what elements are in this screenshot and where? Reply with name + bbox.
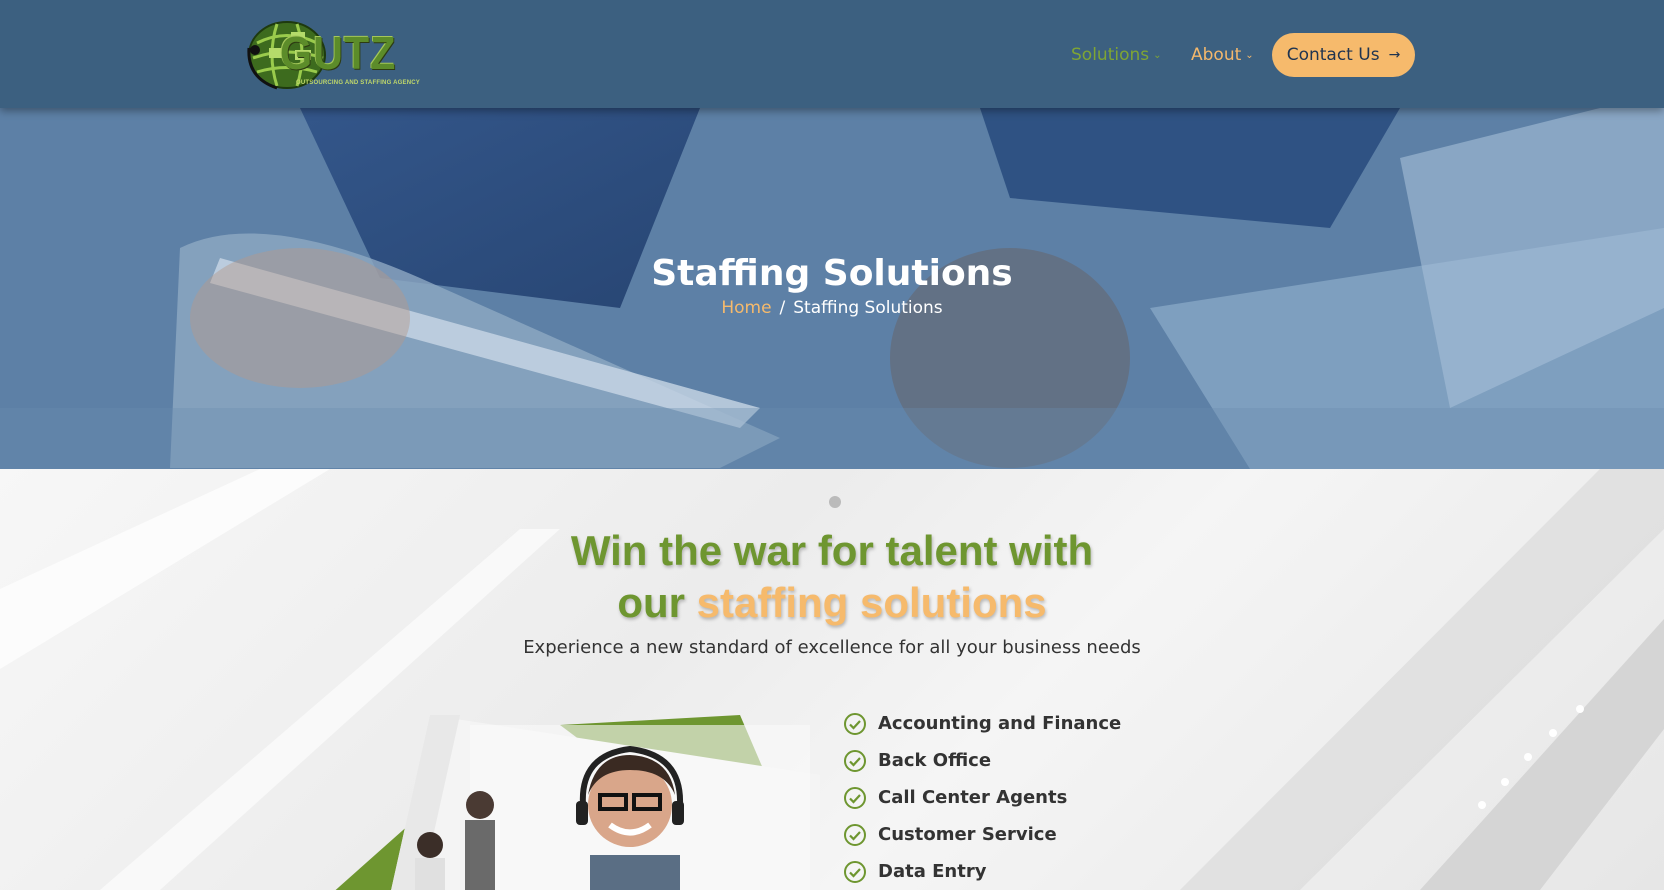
check-circle-icon xyxy=(844,749,866,772)
nav-about-label: About xyxy=(1191,45,1242,65)
nav-about[interactable]: About ⌄ xyxy=(1191,38,1254,72)
breadcrumb: Home / Staffing Solutions xyxy=(0,298,1664,318)
main-section: Win the war for talent with our staffing… xyxy=(0,469,1664,890)
list-item: Back Office xyxy=(843,742,1121,779)
feature-label: Call Center Agents xyxy=(878,787,1068,808)
breadcrumb-current: Staffing Solutions xyxy=(793,298,943,318)
list-item: Data Entry xyxy=(843,853,1121,890)
hero-banner: Staffing Solutions Home / Staffing Solutio… xyxy=(0,108,1664,469)
feature-label: Accounting and Finance xyxy=(878,713,1122,734)
feature-label: Data Entry xyxy=(878,861,987,882)
headline-prefix: our xyxy=(617,579,685,626)
logo-tagline: OUTSOURCING AND STAFFING AGENCY xyxy=(296,80,420,86)
nav-solutions[interactable]: Solutions ⌄ xyxy=(1071,38,1162,72)
section-headline: Win the war for talent with our staffing… xyxy=(0,525,1664,629)
chevron-down-icon: ⌄ xyxy=(1153,49,1162,61)
page-title: Staffing Solutions xyxy=(651,253,1013,294)
list-item: Accounting and Finance xyxy=(843,705,1121,742)
check-circle-icon xyxy=(844,712,866,735)
breadcrumb-separator: / xyxy=(779,298,786,318)
feature-label: Customer Service xyxy=(878,824,1057,845)
check-circle-icon xyxy=(844,823,866,846)
check-circle-icon xyxy=(844,786,866,809)
check-circle-icon xyxy=(844,860,866,883)
section-subheadline: Experience a new standard of excellence … xyxy=(523,637,1141,658)
headline-line-1: Win the war for talent with xyxy=(570,527,1094,574)
contact-us-label: Contact Us xyxy=(1286,45,1380,65)
call-center-photo xyxy=(330,715,850,890)
breadcrumb-home-link[interactable]: Home xyxy=(721,298,771,318)
headline-line-2: our staffing solutions xyxy=(0,577,1664,629)
chevron-down-icon: ⌄ xyxy=(1245,49,1254,61)
headline-accent: staffing solutions xyxy=(696,579,1047,626)
list-item: Call Center Agents xyxy=(843,779,1121,816)
site-header: GUTZ OUTSOURCING AND STAFFING AGENCY Sol… xyxy=(0,0,1664,108)
feature-list: Accounting and Finance Back Office Call … xyxy=(843,705,1121,890)
feature-label: Back Office xyxy=(878,750,992,771)
list-item: Customer Service xyxy=(843,816,1121,853)
nav-solutions-label: Solutions xyxy=(1071,45,1150,65)
arrow-right-icon: → xyxy=(1388,47,1401,63)
contact-us-button[interactable]: Contact Us → xyxy=(1272,33,1415,77)
logo-wordmark[interactable]: GUTZ xyxy=(280,30,396,76)
